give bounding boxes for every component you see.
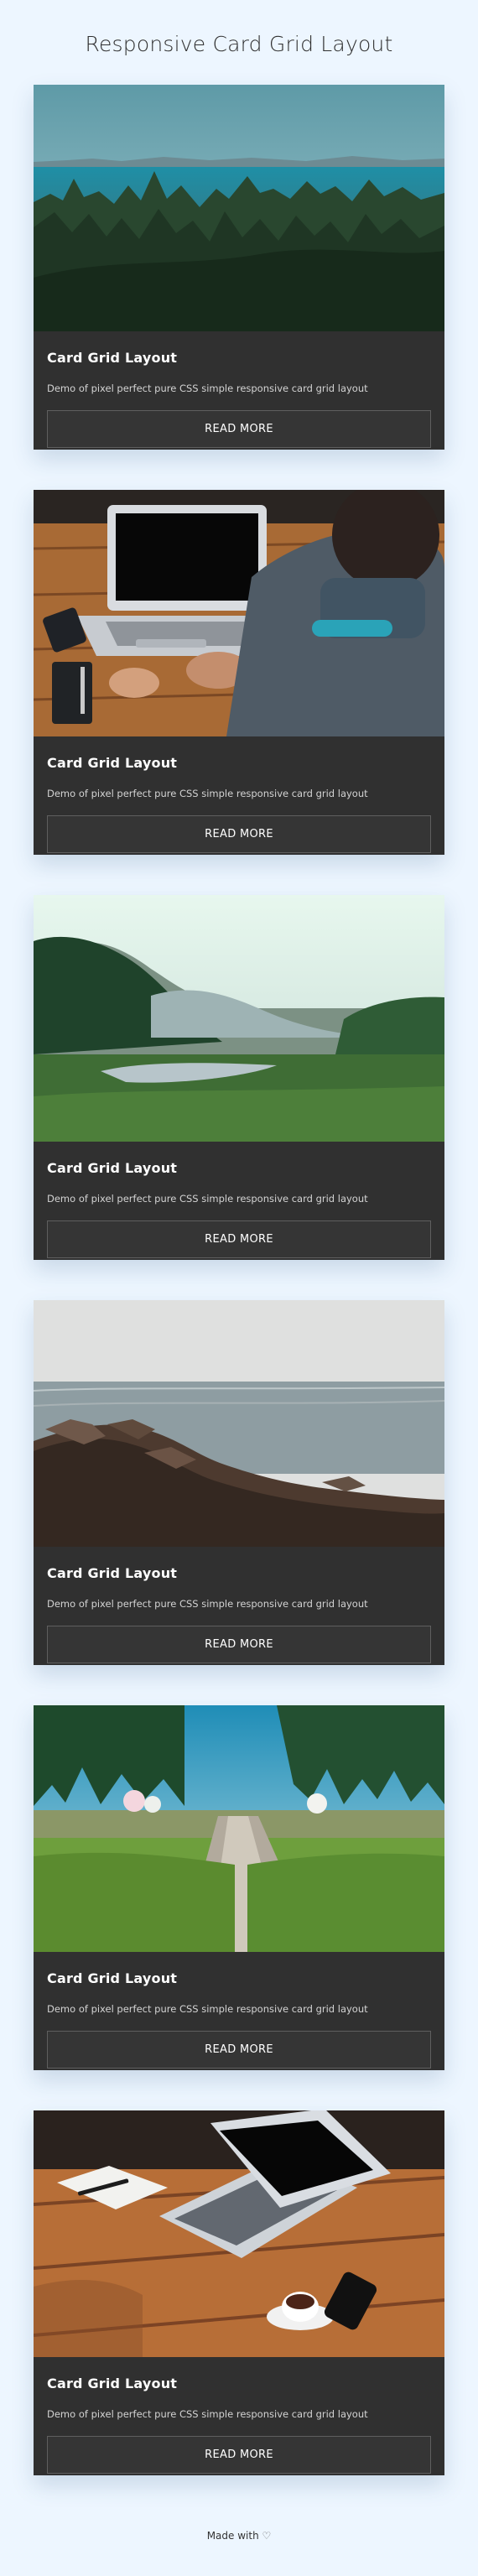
card-1: Card Grid Layout Demo of pixel perfect p… — [34, 85, 444, 450]
card-3: Card Grid Layout Demo of pixel perfect p… — [34, 895, 444, 1260]
card-6: Card Grid Layout Demo of pixel perfect p… — [34, 2110, 444, 2475]
read-more-button[interactable]: READ MORE — [47, 410, 431, 448]
card-title: Card Grid Layout — [47, 1970, 178, 1986]
laptop-workspace-image — [34, 490, 444, 736]
card-title: Card Grid Layout — [47, 2376, 178, 2391]
footer: Made with ♡ — [0, 2530, 478, 2542]
card-description: Demo of pixel perfect pure CSS simple re… — [47, 2408, 368, 2420]
forest-path-image — [34, 1705, 444, 1952]
card-4: Card Grid Layout Demo of pixel perfect p… — [34, 1300, 444, 1665]
card-2: Card Grid Layout Demo of pixel perfect p… — [34, 490, 444, 855]
read-more-button[interactable]: READ MORE — [47, 2031, 431, 2069]
read-more-button[interactable]: READ MORE — [47, 1626, 431, 1663]
card-title: Card Grid Layout — [47, 1160, 178, 1176]
rocky-shore-image — [34, 1300, 444, 1547]
card-image — [34, 2110, 444, 2357]
card-image — [34, 490, 444, 736]
card-title: Card Grid Layout — [47, 1565, 178, 1581]
card-image — [34, 85, 444, 331]
heart-icon: ♡ — [262, 2530, 272, 2542]
forest-lake-image — [34, 85, 444, 331]
card-image — [34, 1300, 444, 1547]
card-description: Demo of pixel perfect pure CSS simple re… — [47, 1193, 368, 1205]
card-description: Demo of pixel perfect pure CSS simple re… — [47, 2003, 368, 2015]
card-description: Demo of pixel perfect pure CSS simple re… — [47, 1598, 368, 1610]
card-description: Demo of pixel perfect pure CSS simple re… — [47, 788, 368, 799]
card-description: Demo of pixel perfect pure CSS simple re… — [47, 382, 368, 394]
read-more-button[interactable]: READ MORE — [47, 815, 431, 853]
card-title: Card Grid Layout — [47, 755, 178, 771]
mountain-valley-image — [34, 895, 444, 1142]
page-title: Responsive Card Grid Layout — [85, 32, 393, 56]
card-title: Card Grid Layout — [47, 350, 178, 366]
footer-text: Made with — [206, 2530, 259, 2542]
card-image — [34, 1705, 444, 1952]
laptop-coffee-image — [34, 2110, 444, 2357]
read-more-button[interactable]: READ MORE — [47, 2436, 431, 2474]
card-image — [34, 895, 444, 1142]
read-more-button[interactable]: READ MORE — [47, 1220, 431, 1258]
card-5: Card Grid Layout Demo of pixel perfect p… — [34, 1705, 444, 2070]
